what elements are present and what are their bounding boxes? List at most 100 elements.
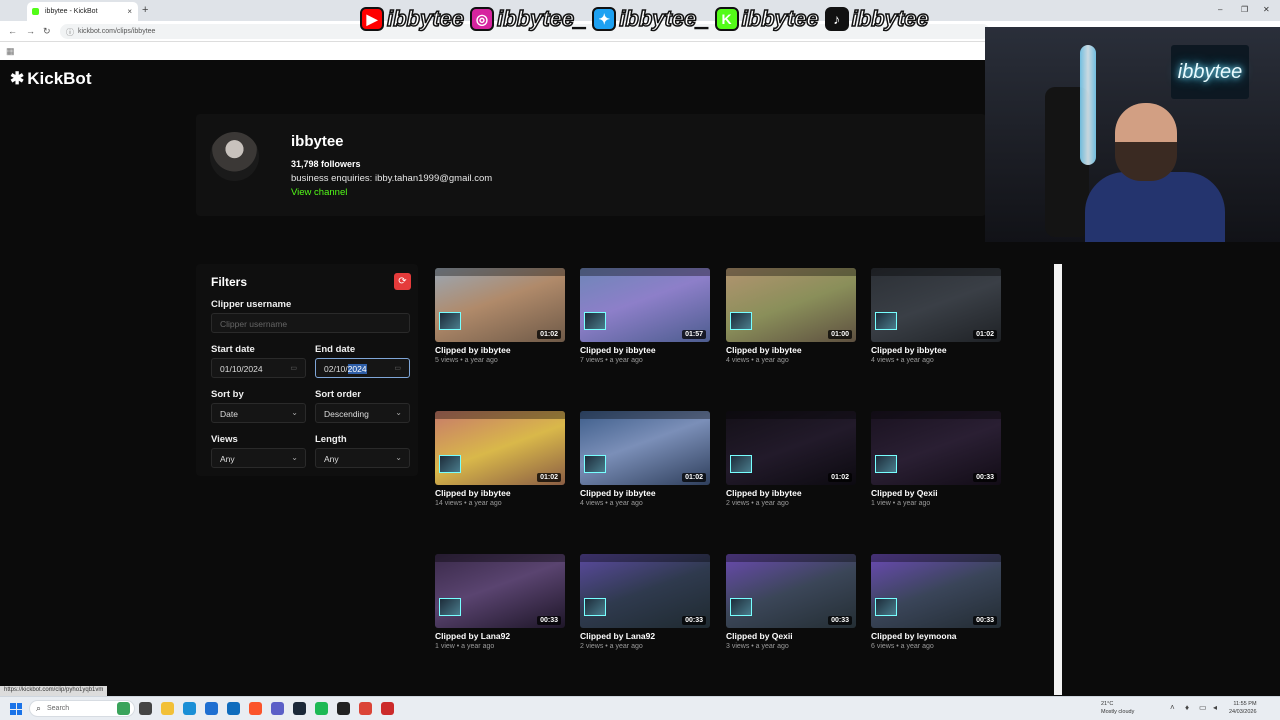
clip-card[interactable]: 00:33 Clipped by leymoona 6 views • a year… (871, 554, 1001, 654)
site-info-icon[interactable]: ⓘ (66, 27, 74, 38)
forward-icon[interactable]: → (26, 26, 35, 36)
kick-icon: K (714, 7, 739, 31)
clip-thumbnail[interactable]: 01:02 (580, 411, 710, 485)
clip-meta: 5 views • a year ago (435, 357, 498, 364)
clip-title[interactable]: Clipped by Qexii (726, 631, 793, 641)
thumbnail-overlay-bar (580, 411, 710, 419)
taskbar-app-edge-icon[interactable] (183, 702, 196, 715)
taskbar-app-outlook-icon[interactable] (227, 702, 240, 715)
page-scrollbar[interactable] (1054, 264, 1062, 695)
clip-card[interactable]: 01:00 Clipped by ibbytee 4 views • a year … (726, 268, 856, 368)
thumbnail-webcam-inset (875, 598, 897, 616)
clip-title[interactable]: Clipped by leymoona (871, 631, 957, 641)
windows-start-icon[interactable] (10, 703, 22, 715)
close-tab-icon[interactable]: × (127, 7, 132, 16)
taskbar-app-brave-icon[interactable] (249, 702, 262, 715)
clip-card[interactable]: 00:33 Clipped by Qexii 1 view • a year ago (871, 411, 1001, 511)
taskbar-app-spotify-icon[interactable] (315, 702, 328, 715)
clip-title[interactable]: Clipped by ibbytee (871, 345, 947, 355)
clip-card[interactable]: 00:33 Clipped by Lana92 2 views • a year a… (580, 554, 710, 654)
browser-tab[interactable]: ibbytee - KickBot × (27, 2, 138, 21)
network-icon[interactable]: ▭ (1199, 703, 1207, 712)
taskbar-app-landscape-icon[interactable] (117, 702, 130, 715)
views-select[interactable]: Any ⌄ (211, 448, 306, 468)
clip-thumbnail[interactable]: 00:33 (580, 554, 710, 628)
clip-card[interactable]: 01:02 Clipped by ibbytee 4 views • a year … (580, 411, 710, 511)
clip-thumbnail[interactable]: 00:33 (871, 411, 1001, 485)
clip-card[interactable]: 00:33 Clipped by Lana92 1 view • a year ag… (435, 554, 565, 654)
kickbot-logo[interactable]: ✱ KickBot (10, 69, 91, 89)
clip-thumbnail[interactable]: 01:02 (871, 268, 1001, 342)
close-window-icon[interactable]: ✕ (1263, 5, 1270, 14)
taskbar-app-steam-icon[interactable] (293, 702, 306, 715)
clip-card[interactable]: 01:02 Clipped by ibbytee 14 views • a year… (435, 411, 565, 511)
clip-thumbnail[interactable]: 00:33 (435, 554, 565, 628)
thumbnail-overlay-bar (726, 268, 856, 276)
clip-title[interactable]: Clipped by Lana92 (435, 631, 510, 641)
taskbar-app-store-icon[interactable] (205, 702, 218, 715)
calendar-icon[interactable]: ▭ (394, 364, 401, 372)
volume-icon[interactable]: ◂ (1213, 703, 1217, 712)
taskbar-app-terminal-icon[interactable] (337, 702, 350, 715)
clip-thumbnail[interactable]: 01:02 (435, 268, 565, 342)
clip-meta: 14 views • a year ago (435, 500, 502, 507)
thumbnail-overlay-bar (435, 554, 565, 562)
clip-card[interactable]: 01:02 Clipped by ibbytee 5 views • a year … (435, 268, 565, 368)
apps-grid-icon[interactable]: ▦ (6, 46, 15, 57)
clip-thumbnail[interactable]: 01:57 (580, 268, 710, 342)
end-date-input[interactable]: 02/10/2024 ▭ (315, 358, 410, 378)
clip-card[interactable]: 01:02 Clipped by ibbytee 4 views • a year … (871, 268, 1001, 368)
clip-thumbnail[interactable]: 00:33 (726, 554, 856, 628)
mic-icon[interactable]: ♦ (1185, 703, 1189, 712)
clip-title[interactable]: Clipped by ibbytee (726, 345, 802, 355)
clip-title[interactable]: Clipped by ibbytee (435, 488, 511, 498)
reset-filters-icon[interactable]: ⟳ (394, 273, 411, 290)
restore-icon[interactable]: ❐ (1241, 5, 1248, 14)
clip-title[interactable]: Clipped by Qexii (871, 488, 938, 498)
clip-meta: 1 view • a year ago (871, 500, 931, 507)
clipper-username-input[interactable]: Clipper username (211, 313, 410, 333)
clip-title[interactable]: Clipped by ibbytee (580, 345, 656, 355)
calendar-icon[interactable]: ▭ (290, 364, 297, 372)
thumbnail-overlay-bar (871, 268, 1001, 276)
clip-title[interactable]: Clipped by ibbytee (726, 488, 802, 498)
sort-order-select[interactable]: Descending ⌄ (315, 403, 410, 423)
thumbnail-webcam-inset (730, 455, 752, 473)
views-label: Views (211, 434, 238, 445)
chevron-down-icon: ⌄ (395, 453, 402, 462)
end-date-label: End date (315, 344, 356, 355)
minimize-icon[interactable]: – (1218, 5, 1222, 14)
view-channel-link[interactable]: View channel (291, 187, 347, 198)
taskbar-app-obs-icon[interactable] (381, 702, 394, 715)
thumbnail-webcam-inset (730, 312, 752, 330)
thumbnail-overlay-bar (871, 554, 1001, 562)
new-tab-button[interactable]: + (142, 4, 148, 16)
kickbot-logo-icon: ✱ (10, 69, 25, 88)
clip-thumbnail[interactable]: 01:00 (726, 268, 856, 342)
start-date-input[interactable]: 01/10/2024 ▭ (211, 358, 306, 378)
tiktok-icon: ♪ (824, 7, 849, 31)
taskbar-clock[interactable]: 11:55 PM 24/03/2026 (1229, 700, 1257, 716)
taskbar-app-taskview-icon[interactable] (139, 702, 152, 715)
weather-widget[interactable]: 21°C Mostly cloudy (1101, 700, 1134, 716)
reload-icon[interactable]: ↻ (43, 26, 51, 37)
taskbar-app-explorer-icon[interactable] (161, 702, 174, 715)
taskbar-app-teams-icon[interactable] (271, 702, 284, 715)
taskbar-app-chrome-icon[interactable] (359, 702, 372, 715)
sort-by-select[interactable]: Date ⌄ (211, 403, 306, 423)
clip-card[interactable]: 01:57 Clipped by ibbytee 7 views • a year … (580, 268, 710, 368)
clip-title[interactable]: Clipped by Lana92 (580, 631, 655, 641)
clip-card[interactable]: 00:33 Clipped by Qexii 3 views • a year ag… (726, 554, 856, 654)
clip-card[interactable]: 01:02 Clipped by ibbytee 2 views • a year … (726, 411, 856, 511)
clip-thumbnail[interactable]: 00:33 (871, 554, 1001, 628)
clip-title[interactable]: Clipped by ibbytee (435, 345, 511, 355)
clip-thumbnail[interactable]: 01:02 (726, 411, 856, 485)
thumbnail-webcam-inset (584, 598, 606, 616)
clip-title[interactable]: Clipped by ibbytee (580, 488, 656, 498)
length-select[interactable]: Any ⌄ (315, 448, 410, 468)
start-date-label: Start date (211, 344, 255, 355)
back-icon[interactable]: ← (8, 26, 17, 36)
clip-thumbnail[interactable]: 01:02 (435, 411, 565, 485)
chevron-up-icon[interactable]: ˄ (1170, 703, 1175, 712)
clip-duration: 00:33 (828, 616, 852, 625)
